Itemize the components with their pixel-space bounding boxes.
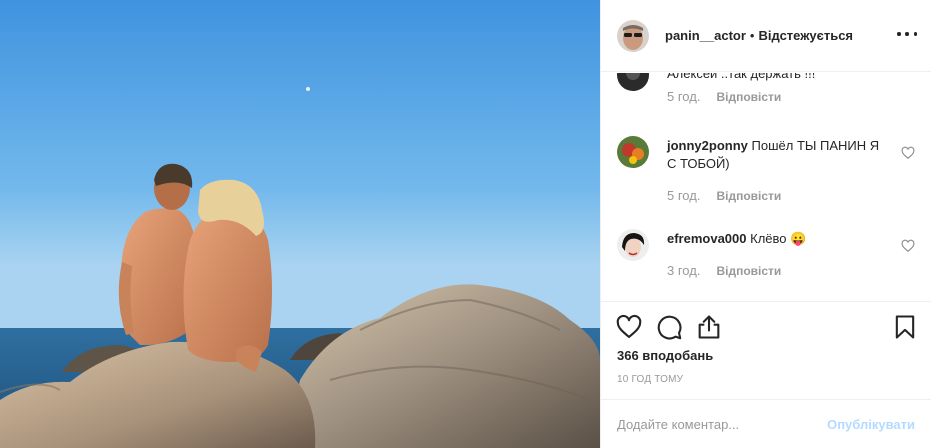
publish-button[interactable]: Опублікувати bbox=[827, 417, 915, 432]
action-icons-row bbox=[615, 313, 915, 341]
comment-meta: 5 год. Відповісти bbox=[667, 188, 781, 203]
heart-icon[interactable] bbox=[615, 313, 643, 341]
reply-button[interactable]: Відповісти bbox=[716, 264, 781, 278]
like-comment-heart-icon[interactable] bbox=[901, 239, 915, 253]
reply-button[interactable]: Відповісти bbox=[716, 90, 781, 104]
commenter-avatar[interactable] bbox=[617, 229, 649, 261]
comment-text: Алексей ..так держать !!! bbox=[667, 73, 887, 83]
post-timestamp[interactable]: 10 ГОД ТОМУ bbox=[617, 374, 683, 385]
following-button[interactable]: Відстежується bbox=[758, 28, 853, 43]
comment-time[interactable]: 5 год. bbox=[667, 89, 700, 104]
likes-count[interactable]: 366 вподобань bbox=[617, 348, 713, 363]
share-icon[interactable] bbox=[695, 313, 723, 341]
comment-text: jonny2ponny Пошёл ТЫ ПАНИН Я С ТОБОЙ) bbox=[667, 137, 887, 173]
comment-time[interactable]: 5 год. bbox=[667, 188, 700, 203]
post-header: panin__actor • Відстежується bbox=[601, 0, 931, 72]
commenter-avatar[interactable] bbox=[617, 73, 649, 91]
add-comment-bar: Опублікувати bbox=[601, 399, 931, 448]
reply-button[interactable]: Відповісти bbox=[716, 189, 781, 203]
bookmark-icon[interactable] bbox=[891, 313, 919, 341]
like-comment-heart-icon[interactable] bbox=[901, 146, 915, 160]
author-avatar[interactable] bbox=[617, 19, 649, 52]
beach-photo-image bbox=[0, 0, 600, 448]
more-options-icon[interactable] bbox=[897, 26, 917, 42]
comment-icon[interactable] bbox=[655, 313, 683, 341]
comments-list[interactable]: Алексей ..так держать !!! 5 год. Відпові… bbox=[601, 73, 931, 301]
comment-input[interactable] bbox=[617, 416, 828, 432]
post-side-panel: panin__actor • Відстежується Алексей ..т… bbox=[600, 0, 931, 448]
comment-text: efremova000 Клёво 😛 bbox=[667, 230, 887, 248]
comment-body: Алексей ..так держать !!! bbox=[667, 73, 816, 81]
comment-body: Клёво 😛 bbox=[750, 231, 807, 246]
comment-meta: 3 год. Відповісти bbox=[667, 263, 781, 278]
header-separator: • bbox=[749, 28, 755, 43]
post-photo[interactable] bbox=[0, 0, 600, 448]
commenter-avatar[interactable] bbox=[617, 136, 649, 168]
commenter-username[interactable]: efremova000 bbox=[667, 231, 747, 246]
commenter-username[interactable]: jonny2ponny bbox=[667, 138, 748, 153]
author-username[interactable]: panin__actor bbox=[665, 28, 746, 43]
comment-time[interactable]: 3 год. bbox=[667, 263, 700, 278]
post-actions-section: 366 вподобань 10 ГОД ТОМУ bbox=[601, 301, 931, 401]
comment-meta: 5 год. Відповісти bbox=[667, 89, 781, 104]
